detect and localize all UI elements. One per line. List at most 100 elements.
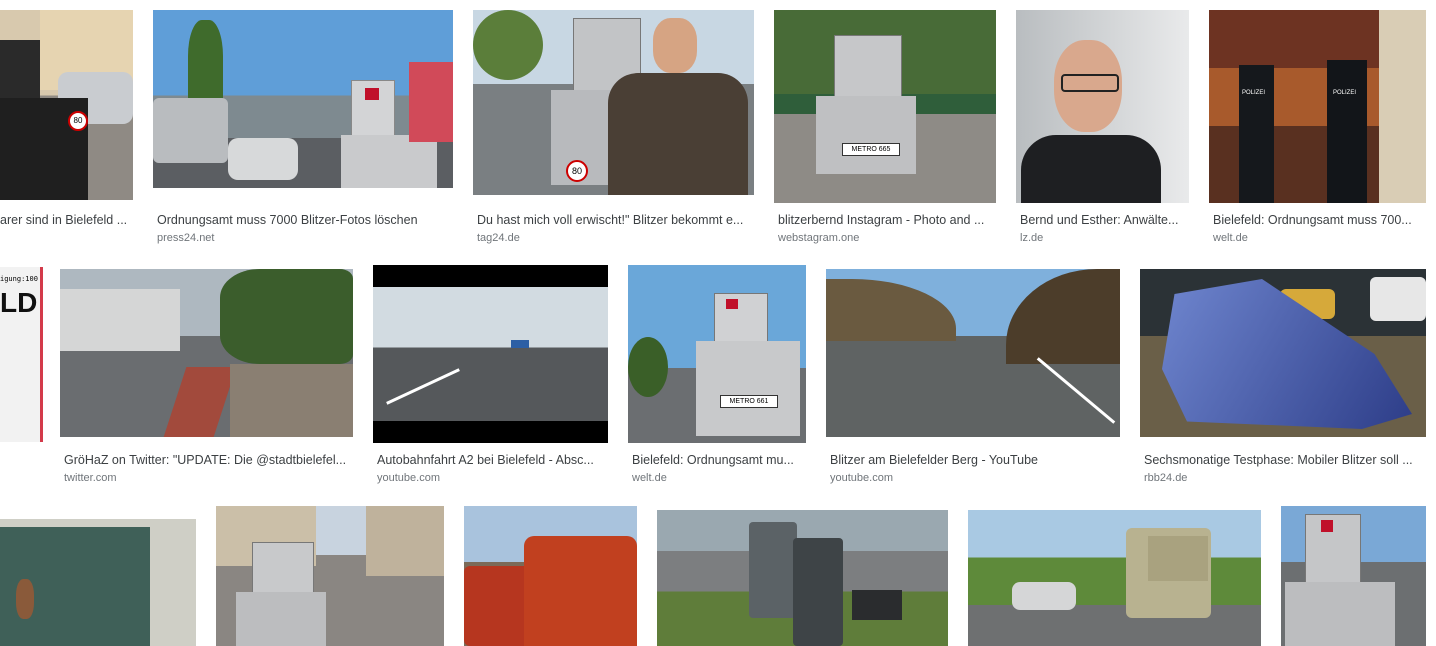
car-shape	[228, 138, 298, 180]
result-tile-6[interactable]: POLIZEI POLIZEI Bielefeld: Ordnungsamt m…	[1209, 10, 1426, 250]
result-thumbnail[interactable]: POLIZEI POLIZEI	[1209, 10, 1426, 203]
result-thumbnail[interactable]	[1016, 10, 1189, 203]
van-shape	[524, 536, 637, 646]
corridor-shape	[1379, 10, 1426, 203]
license-plate: METRO 661	[720, 395, 778, 408]
result-source: youtube.com	[830, 472, 893, 484]
radar-lens-shape	[365, 88, 379, 100]
result-thumbnail[interactable]: 80	[473, 10, 754, 195]
result-source: welt.de	[632, 472, 667, 484]
result-tile-12[interactable]: Sechsmonatige Testphase: Mobiler Blitzer…	[1140, 269, 1426, 487]
person-body-shape	[1021, 135, 1161, 203]
sign-small-text: igung:100	[0, 275, 38, 283]
result-source: webstagram.one	[778, 232, 860, 244]
radar-lens-shape	[1321, 520, 1333, 532]
result-thumbnail[interactable]	[464, 506, 637, 646]
result-tile-11[interactable]: Blitzer am Bielefelder Berg - YouTube yo…	[826, 269, 1120, 487]
result-source: press24.net	[157, 232, 215, 244]
sign-big-text: LD	[0, 287, 38, 318]
result-tile-14[interactable]	[216, 506, 444, 646]
person-body-shape	[608, 73, 748, 195]
result-tile-2[interactable]: Ordnungsamt muss 7000 Blitzer-Fotos lösc…	[153, 10, 453, 250]
result-thumbnail[interactable]	[657, 510, 948, 646]
result-tile-5[interactable]: Bernd und Esther: Anwälte... lz.de	[1016, 10, 1189, 250]
speed-plate: 80	[566, 160, 588, 182]
result-source: lz.de	[1020, 232, 1044, 244]
result-thumbnail[interactable]	[1281, 506, 1426, 646]
result-thumbnail[interactable]: METRO 665	[774, 10, 996, 203]
billboard-shape	[409, 62, 453, 142]
police-officer-shape	[1327, 60, 1367, 203]
result-thumbnail[interactable]	[1140, 269, 1426, 437]
person-face-shape	[653, 18, 697, 73]
result-caption[interactable]: blitzerbernd Instagram - Photo and ...	[778, 212, 992, 228]
lens-shape	[16, 579, 34, 619]
result-tile-7[interactable]: igung:100 LD	[0, 267, 43, 445]
sign-gantry-shape	[511, 340, 529, 348]
result-thumbnail[interactable]	[0, 519, 196, 646]
case-shape	[852, 590, 902, 620]
result-caption[interactable]: Bielefeld: Ordnungsamt mu...	[632, 452, 804, 468]
car-shape	[1012, 582, 1076, 610]
result-thumbnail[interactable]	[826, 269, 1120, 437]
result-thumbnail[interactable]	[60, 269, 353, 437]
bike-lane-shape	[163, 367, 237, 437]
result-tile-4[interactable]: METRO 665 blitzerbernd Instagram - Photo…	[774, 10, 996, 250]
radar-trailer-shape	[1285, 582, 1395, 646]
radar-box-shape	[714, 293, 768, 343]
sidewalk-shape	[230, 364, 353, 437]
result-caption[interactable]: Blitzer am Bielefelder Berg - YouTube	[830, 452, 1116, 468]
result-source: welt.de	[1213, 232, 1248, 244]
result-tile-1[interactable]: 80 arer sind in Bielefeld ...	[0, 10, 133, 250]
result-thumbnail[interactable]	[153, 10, 453, 188]
trash-bin-shape	[793, 538, 843, 646]
result-caption[interactable]: Du hast mich voll erwischt!" Blitzer bek…	[477, 212, 749, 228]
trash-bin-shape	[749, 522, 797, 618]
radar-trailer-shape	[696, 341, 800, 436]
result-tile-18[interactable]	[1281, 506, 1426, 646]
camera-unit-shape	[1148, 536, 1208, 581]
result-tile-3[interactable]: 80 Du hast mich voll erwischt!" Blitzer …	[473, 10, 754, 250]
glasses-shape	[1061, 74, 1119, 92]
result-caption[interactable]: Ordnungsamt muss 7000 Blitzer-Fotos lösc…	[157, 212, 447, 228]
tree-shape	[473, 10, 543, 80]
result-source: rbb24.de	[1144, 472, 1188, 484]
result-tile-8[interactable]: GröHaZ on Twitter: "UPDATE: Die @stadtbi…	[60, 269, 353, 487]
result-thumbnail[interactable]	[216, 506, 444, 646]
result-caption[interactable]: arer sind in Bielefeld ...	[0, 212, 133, 228]
building-shape	[366, 506, 444, 576]
hill-shape	[826, 279, 956, 341]
tree-shape	[628, 337, 668, 397]
tree-shape	[220, 269, 353, 364]
result-caption[interactable]: Bielefeld: Ordnungsamt muss 700...	[1213, 212, 1422, 228]
radar-trailer-shape	[236, 592, 326, 646]
license-plate: METRO 665	[842, 143, 900, 156]
radar-trailer-shape	[341, 135, 437, 188]
result-caption[interactable]: Sechsmonatige Testphase: Mobiler Blitzer…	[1144, 452, 1422, 468]
result-thumbnail[interactable]: 80	[0, 10, 133, 200]
result-tile-9[interactable]: Autobahnfahrt A2 bei Bielefeld - Absc...…	[373, 265, 608, 487]
result-thumbnail[interactable]: igung:100 LD	[0, 267, 43, 442]
tree-shape	[188, 20, 223, 110]
building-shape	[60, 289, 180, 351]
video-frame	[373, 287, 608, 421]
speed-plate: 80	[68, 111, 88, 131]
radar-lens-shape	[726, 299, 738, 309]
result-thumbnail[interactable]	[373, 265, 608, 443]
result-tile-13[interactable]	[0, 519, 196, 646]
radar-box-shape	[252, 542, 314, 596]
police-label: POLIZEI	[1333, 90, 1357, 96]
radar-box-shape	[834, 35, 902, 99]
result-thumbnail[interactable]: METRO 661	[628, 265, 806, 443]
result-tile-10[interactable]: METRO 661 Bielefeld: Ordnungsamt mu... w…	[628, 265, 806, 487]
result-caption[interactable]: GröHaZ on Twitter: "UPDATE: Die @stadtbi…	[64, 452, 350, 468]
result-tile-17[interactable]	[968, 510, 1261, 646]
result-source: twitter.com	[64, 472, 117, 484]
result-tile-15[interactable]	[464, 506, 637, 646]
result-tile-16[interactable]	[657, 510, 948, 646]
result-caption[interactable]: Autobahnfahrt A2 bei Bielefeld - Absc...	[377, 452, 605, 468]
result-caption[interactable]: Bernd und Esther: Anwälte...	[1020, 212, 1185, 228]
result-thumbnail[interactable]	[968, 510, 1261, 646]
result-source: tag24.de	[477, 232, 520, 244]
radar-box-shape	[0, 40, 40, 98]
